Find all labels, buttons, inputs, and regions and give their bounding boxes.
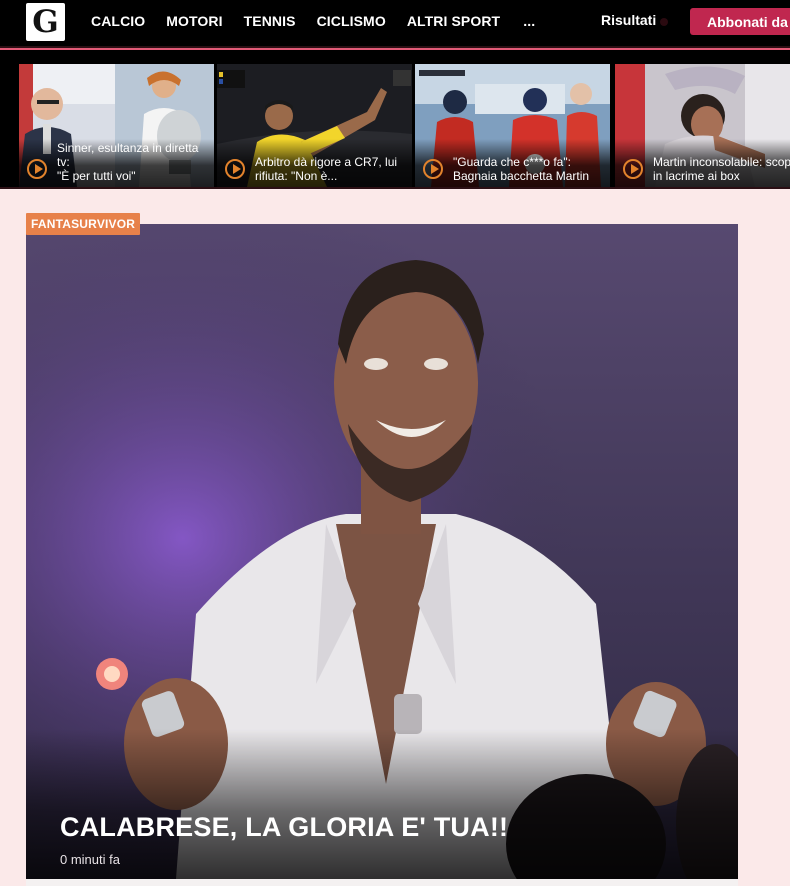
- nav-item-ciclismo[interactable]: CICLISMO: [317, 13, 386, 29]
- top-navigation-bar: G CALCIO MOTORI TENNIS CICLISMO ALTRI SP…: [0, 0, 790, 46]
- hero-article[interactable]: CALABRESE, LA GLORIA E' TUA!! 0 minuti f…: [26, 224, 738, 879]
- main-menu: CALCIO MOTORI TENNIS CICLISMO ALTRI SPOR…: [91, 0, 556, 42]
- nav-item-motori[interactable]: MOTORI: [166, 13, 222, 29]
- hero-headline[interactable]: CALABRESE, LA GLORIA E' TUA!!: [60, 812, 508, 843]
- video-card[interactable]: "Guarda che c***o fa": Bagnaia bacchetta…: [415, 64, 610, 187]
- category-badge[interactable]: FANTASURVIVOR: [26, 213, 141, 235]
- video-carousel: Sinner, esultanza in diretta tv: "È per …: [0, 50, 790, 187]
- video-caption[interactable]: Martin inconsolabile: scopp in lacrime a…: [653, 155, 790, 183]
- video-caption[interactable]: Arbitro dà rigore a CR7, lui rifiuta: "N…: [255, 155, 408, 183]
- play-icon[interactable]: [623, 159, 643, 179]
- logo-letter: G: [32, 3, 59, 40]
- subscribe-button[interactable]: Abbonati da 1: [690, 8, 790, 35]
- play-icon[interactable]: [225, 159, 245, 179]
- site-logo[interactable]: G: [26, 3, 65, 41]
- nav-item-calcio[interactable]: CALCIO: [91, 13, 145, 29]
- nav-item-tennis[interactable]: TENNIS: [244, 13, 296, 29]
- video-caption[interactable]: "Guarda che c***o fa": Bagnaia bacchetta…: [453, 155, 606, 183]
- video-card[interactable]: Sinner, esultanza in diretta tv: "È per …: [19, 64, 214, 187]
- nav-item-altri-sport[interactable]: ALTRI SPORT: [407, 13, 500, 29]
- video-caption[interactable]: Sinner, esultanza in diretta tv: "È per …: [57, 141, 210, 183]
- video-card[interactable]: Martin inconsolabile: scopp in lacrime a…: [615, 64, 790, 187]
- hero-shade: [26, 729, 738, 879]
- hero-footer-strip: [26, 879, 738, 886]
- results-link[interactable]: Risultati: [601, 12, 656, 28]
- nav-more-button[interactable]: ...: [523, 13, 535, 29]
- live-dot-icon: [660, 18, 668, 26]
- play-icon[interactable]: [423, 159, 443, 179]
- strip-divider: [0, 187, 790, 189]
- video-card[interactable]: Arbitro dà rigore a CR7, lui rifiuta: "N…: [217, 64, 412, 187]
- hero-timestamp: 0 minuti fa: [60, 852, 120, 867]
- play-icon[interactable]: [27, 159, 47, 179]
